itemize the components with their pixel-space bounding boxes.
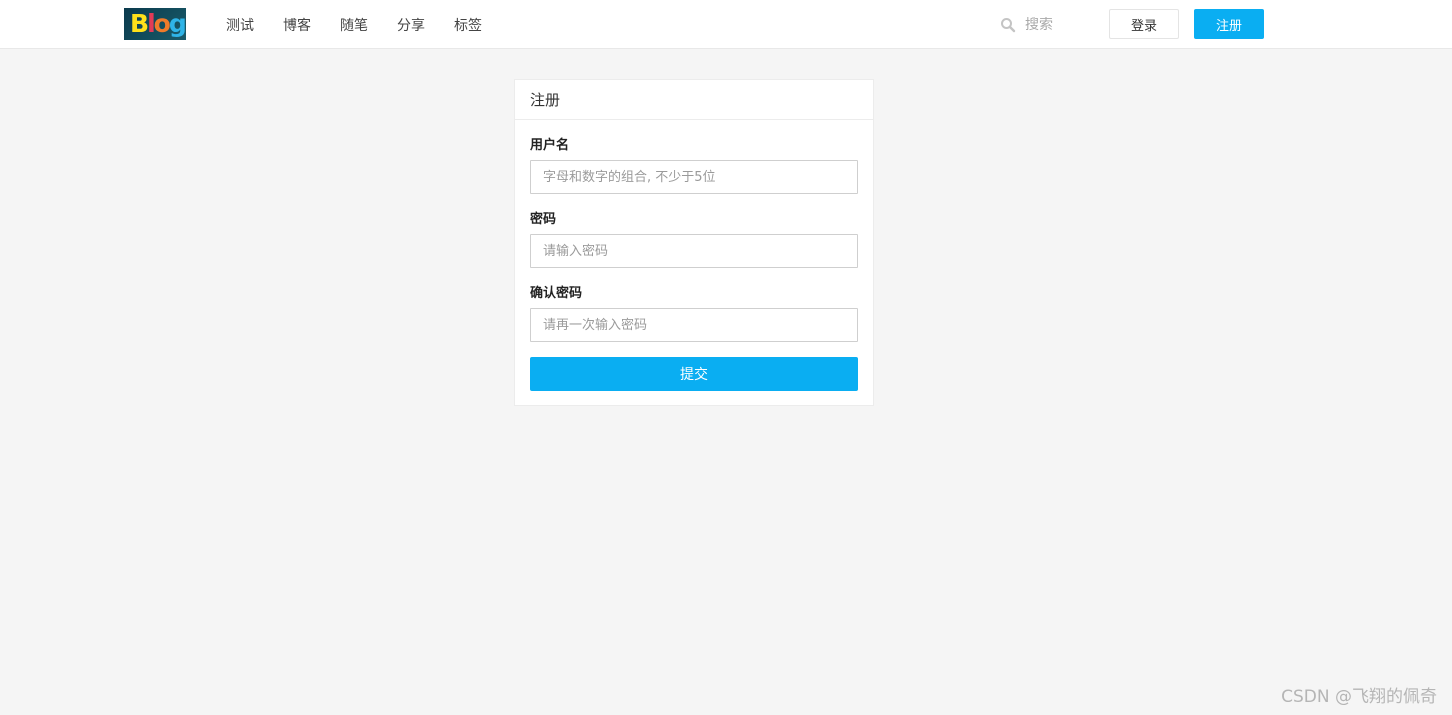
register-form: 用户名 密码 确认密码 提交 [515,137,873,391]
register-card-title: 注册 [515,80,873,120]
main-nav: 测试 博客 随笔 分享 标签 [226,0,511,49]
top-navbar: Blog 测试 博客 随笔 分享 标签 登录 注册 [0,0,1452,49]
logo-letter-o: o [153,9,171,38]
nav-item-blog[interactable]: 博客 [283,15,311,35]
username-label: 用户名 [530,138,570,153]
search-input[interactable] [1025,17,1095,33]
register-button[interactable]: 注册 [1194,9,1264,39]
search-box [1000,14,1095,36]
csdn-watermark: CSDN @飞翔的佩奇 [1281,687,1437,707]
blog-logo[interactable]: Blog [124,8,186,40]
logo-letter-b: B [130,9,149,38]
confirm-password-input[interactable] [530,308,858,342]
username-input[interactable] [530,160,858,194]
register-card: 注册 用户名 密码 确认密码 提交 [514,79,874,406]
nav-item-essay[interactable]: 随笔 [340,15,368,35]
password-input[interactable] [530,234,858,268]
password-label: 密码 [530,212,557,227]
search-icon[interactable] [1000,17,1016,33]
confirm-password-label: 确认密码 [530,286,583,301]
nav-item-test[interactable]: 测试 [226,15,254,35]
logo-letter-l: l [147,9,155,38]
login-button[interactable]: 登录 [1109,9,1179,39]
nav-item-tags[interactable]: 标签 [454,15,482,35]
logo-letter-g: g [168,9,186,38]
nav-item-share[interactable]: 分享 [397,15,425,35]
submit-button[interactable]: 提交 [530,357,858,391]
